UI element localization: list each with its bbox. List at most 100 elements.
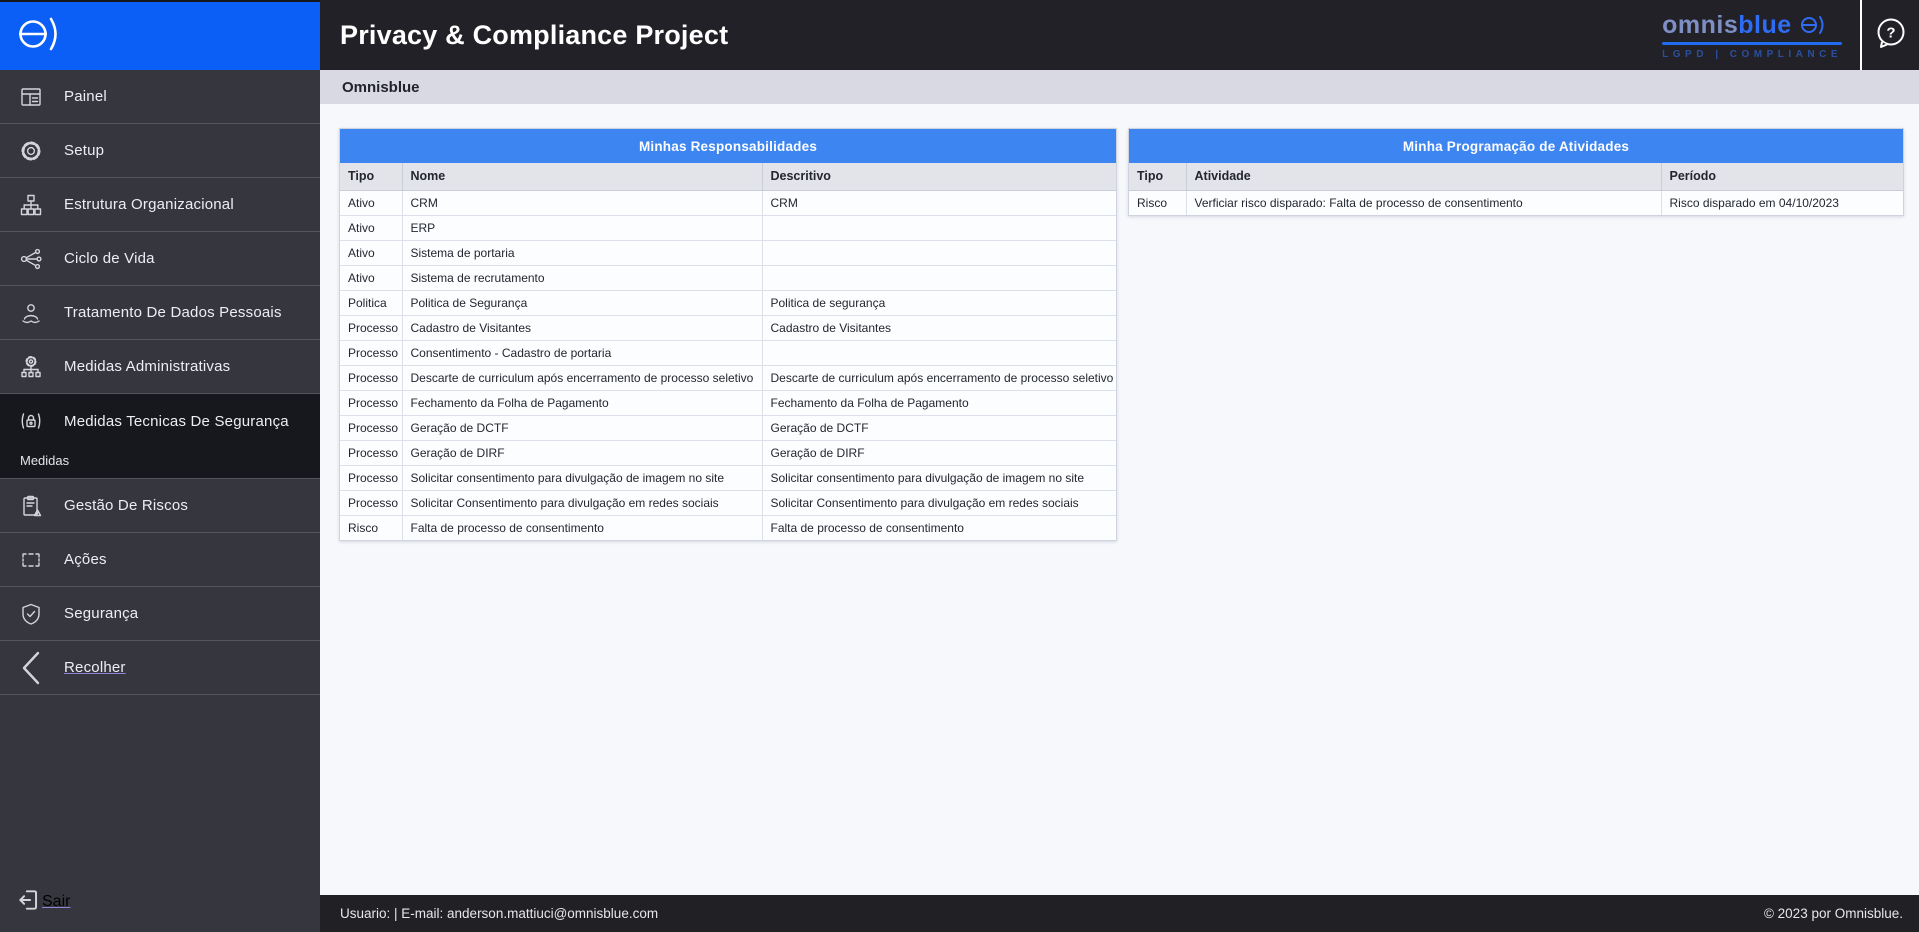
brand-underline — [1662, 41, 1842, 45]
sidebar-item-label: Ciclo de Vida — [64, 250, 155, 267]
table-row[interactable]: Processo Descarte de curriculum após ence… — [340, 364, 1116, 391]
sidebar-subitem-medidas[interactable]: Medidas — [0, 448, 320, 478]
table-cell: Processo — [340, 364, 403, 391]
table-cell: ERP — [401, 214, 763, 241]
main-content: Minhas Responsabilidades Tipo Nome Descrit… — [320, 104, 1919, 895]
sidebar-nav: Painel Setup Estrutura Organizacional Ci… — [0, 70, 320, 695]
sidebar-item-medidas-administrativas[interactable]: Medidas Administrativas — [0, 340, 320, 394]
lifecycle-icon — [16, 244, 46, 274]
gear-icon — [16, 136, 46, 166]
shield-check-icon — [16, 599, 46, 629]
table-row[interactable]: Ativo CRM CRM — [340, 189, 1116, 216]
table-row[interactable]: Risco Verficiar risco disparado: Falta de… — [1129, 189, 1903, 215]
table-cell: Processo — [340, 389, 403, 416]
sidebar-item-label: Tratamento De Dados Pessoais — [64, 304, 282, 321]
table-header-row: Tipo Atividade Período — [1129, 163, 1903, 191]
column-header[interactable]: Tipo — [340, 163, 403, 191]
table-cell: Processo — [340, 464, 403, 491]
table-cell: Solicitar Consentimento para divulgação … — [761, 489, 1116, 516]
brand-tagline: LGPD | COMPLIANCE — [1662, 48, 1842, 60]
table-cell — [761, 214, 1116, 241]
svg-text:?: ? — [1886, 24, 1895, 41]
table-cell: Politica de Segurança — [401, 289, 763, 316]
risk-clipboard-icon — [16, 491, 46, 521]
omnisblue-logo-icon — [14, 11, 66, 62]
table-cell: Geração de DCTF — [761, 414, 1116, 441]
sidebar-logo-block[interactable] — [0, 0, 320, 70]
sidebar-item-ciclo-de-vida[interactable]: Ciclo de Vida — [0, 232, 320, 286]
sidebar-item-label: Recolher — [64, 659, 126, 676]
sidebar-item-acoes[interactable]: Ações — [0, 533, 320, 587]
column-header[interactable]: Nome — [401, 163, 763, 191]
sidebar-item-tratamento-dados-pessoais[interactable]: Tratamento De Dados Pessoais — [0, 286, 320, 340]
breadcrumb[interactable]: Omnisblue — [342, 79, 420, 96]
sidebar: Painel Setup Estrutura Organizacional Ci… — [0, 0, 320, 932]
help-button[interactable]: ? — [1862, 0, 1919, 70]
actions-selection-icon — [16, 545, 46, 575]
table-row[interactable]: Ativo ERP — [340, 214, 1116, 241]
table-cell — [761, 339, 1116, 366]
brand-theta-icon — [1799, 13, 1829, 37]
table-cell: Processo — [340, 489, 403, 516]
breadcrumb-bar: Omnisblue — [320, 70, 1919, 104]
sidebar-item-estrutura-organizacional[interactable]: Estrutura Organizacional — [0, 178, 320, 232]
table-row[interactable]: Ativo Sistema de portaria — [340, 239, 1116, 266]
table-cell: Risco disparado em 04/10/2023 — [1660, 189, 1903, 215]
schedule-table: Tipo Atividade Período Risco Verficiar risc… — [1129, 163, 1903, 215]
table-cell: Politica de segurança — [761, 289, 1116, 316]
sidebar-item-label: Gestão De Riscos — [64, 497, 189, 514]
page-footer: Usuario: | E-mail: anderson.mattiuci@omn… — [320, 895, 1919, 932]
column-header[interactable]: Período — [1660, 163, 1903, 191]
sidebar-item-label: Estrutura Organizacional — [64, 196, 234, 213]
table-cell: Falta de processo de consentimento — [761, 514, 1116, 540]
table-row[interactable]: Processo Consentimento - Cadastro de port… — [340, 339, 1116, 366]
sidebar-item-label: Medidas Tecnicas De Segurança — [64, 412, 289, 430]
org-chart-icon — [16, 190, 46, 220]
logout-icon — [16, 887, 42, 918]
table-row[interactable]: Processo Solicitar consentimento para div… — [340, 464, 1116, 491]
sidebar-item-recolher[interactable]: Recolher — [0, 641, 320, 695]
table-cell: Cadastro de Visitantes — [761, 314, 1116, 341]
table-cell: Solicitar consentimento para divulgação … — [401, 464, 763, 491]
table-cell: Processo — [340, 339, 403, 366]
sidebar-item-label: Setup — [64, 142, 105, 159]
table-cell: Cadastro de Visitantes — [401, 314, 763, 341]
table-row[interactable]: Processo Geração de DCTF Geração de DCTF — [340, 414, 1116, 441]
sidebar-item-seguranca[interactable]: Segurança — [0, 587, 320, 641]
table-cell: Geração de DCTF — [401, 414, 763, 441]
column-header[interactable]: Atividade — [1185, 163, 1662, 191]
table-cell: Geração de DIRF — [401, 439, 763, 466]
sidebar-item-label: Painel — [64, 88, 107, 105]
table-row[interactable]: Processo Cadastro de Visitantes Cadastro d… — [340, 314, 1116, 341]
app-header: Privacy & Compliance Project omnis blue L… — [320, 0, 1919, 70]
table-cell: Risco — [340, 514, 403, 540]
table-cell: Risco — [1129, 189, 1187, 215]
table-row[interactable]: Politica Politica de Segurança Politica de… — [340, 289, 1116, 316]
sidebar-item-medidas-tecnicas-seguranca[interactable]: Medidas Tecnicas De Segurança — [0, 394, 320, 448]
sidebar-item-sair[interactable]: Sair — [0, 876, 320, 928]
column-header[interactable]: Descritivo — [761, 163, 1116, 191]
table-row[interactable]: Processo Solicitar Consentimento para div… — [340, 489, 1116, 516]
footer-copyright: © 2023 por Omnisblue. — [1763, 906, 1903, 921]
table-row[interactable]: Processo Fechamento da Folha de Pagamento… — [340, 389, 1116, 416]
table-cell: Ativo — [340, 239, 403, 266]
sidebar-item-setup[interactable]: Setup — [0, 124, 320, 178]
help-chat-icon: ? — [1874, 16, 1908, 55]
sidebar-group-medidas-tecnicas: Medidas Tecnicas De Segurança Medidas — [0, 394, 320, 479]
responsibilities-table: Tipo Nome Descritivo Ativo CRM CRM Ativo ERP At… — [340, 163, 1116, 540]
header-right: omnis blue LGPD | COMPLIANCE ? — [1662, 0, 1919, 70]
table-cell: Falta de processo de consentimento — [401, 514, 763, 540]
table-header-row: Tipo Nome Descritivo — [340, 163, 1116, 191]
security-lock-icon — [16, 406, 46, 436]
table-row[interactable]: Ativo Sistema de recrutamento — [340, 264, 1116, 291]
sidebar-item-painel[interactable]: Painel — [0, 70, 320, 124]
table-cell: Consentimento - Cadastro de portaria — [401, 339, 763, 366]
table-cell: Fechamento da Folha de Pagamento — [761, 389, 1116, 416]
table-cell: Sistema de portaria — [401, 239, 763, 266]
table-row[interactable]: Risco Falta de processo de consentimento F… — [340, 514, 1116, 540]
brand-name-part1: omnis — [1662, 10, 1739, 39]
table-cell: Processo — [340, 414, 403, 441]
column-header[interactable]: Tipo — [1129, 163, 1187, 191]
sidebar-item-gestao-de-riscos[interactable]: Gestão De Riscos — [0, 479, 320, 533]
table-row[interactable]: Processo Geração de DIRF Geração de DIRF — [340, 439, 1116, 466]
